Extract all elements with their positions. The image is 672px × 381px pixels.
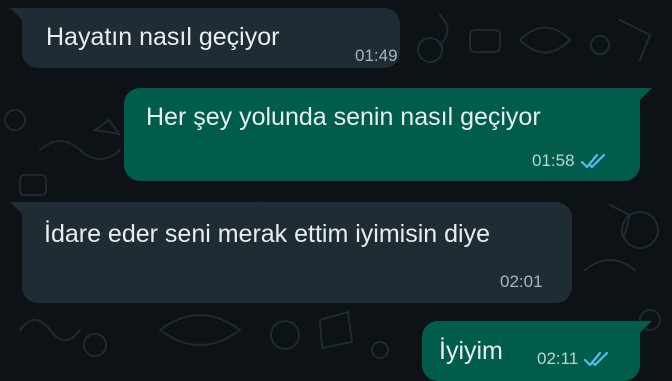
double-check-read-icon <box>580 152 607 170</box>
message-text: İdare eder seni merak ettim iyimisin diy… <box>44 220 490 248</box>
message-meta: 01:49 <box>355 46 398 66</box>
message-time: 02:01 <box>500 272 543 291</box>
message-meta: 01:58 <box>532 151 607 171</box>
message-time: 01:58 <box>532 151 575 170</box>
message-bubble-outgoing[interactable]: İyiyim 02:11 <box>422 321 640 381</box>
message-time: 02:11 <box>537 349 579 368</box>
message-bubble-incoming[interactable]: İdare eder seni merak ettim iyimisin diy… <box>22 202 572 303</box>
message-text: Hayatın nasıl geçiyor <box>46 23 280 51</box>
double-check-read-icon <box>584 350 610 368</box>
message-text: Her şey yolunda senin nasıl geçiyor <box>146 103 541 131</box>
message-time: 01:49 <box>355 46 398 65</box>
message-bubble-incoming[interactable]: Hayatın nasıl geçiyor 01:49 <box>22 8 400 68</box>
outgoing-bubble-tail <box>638 321 652 335</box>
message-text: İyiyim <box>439 337 503 365</box>
outgoing-bubble-tail <box>638 88 652 102</box>
message-bubble-outgoing[interactable]: Her şey yolunda senin nasıl geçiyor 01:5… <box>124 88 640 181</box>
message-meta: 02:11 <box>537 349 610 369</box>
message-meta: 02:01 <box>500 272 543 292</box>
